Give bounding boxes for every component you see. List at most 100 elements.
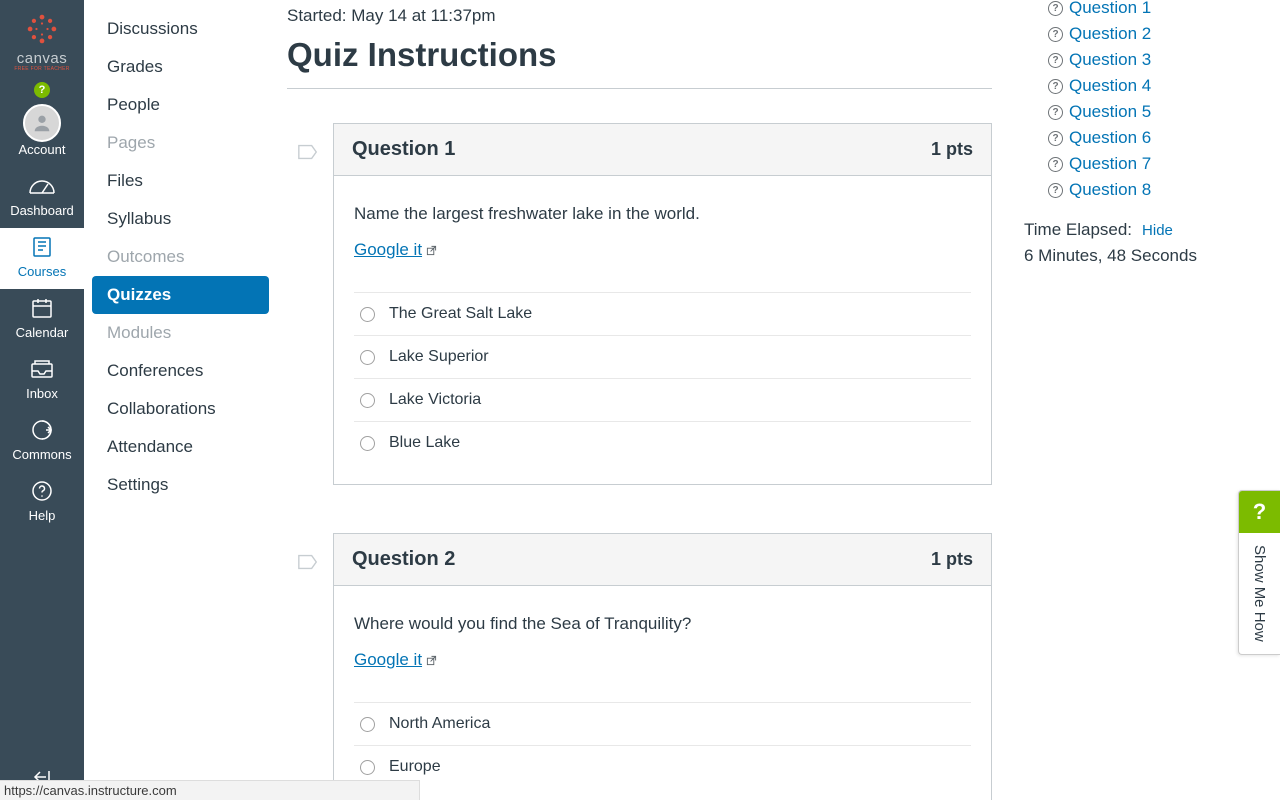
answer-option[interactable]: North America xyxy=(354,702,971,745)
main-content: Started: May 14 at 11:37pm Quiz Instruct… xyxy=(277,0,1016,800)
nav-calendar[interactable]: Calendar xyxy=(0,289,84,350)
course-nav-item-settings[interactable]: Settings xyxy=(92,466,269,504)
question-nav-link[interactable]: ? Question 5 xyxy=(1024,100,1264,126)
question-nav-label: Question 5 xyxy=(1069,102,1151,122)
flag-icon[interactable] xyxy=(297,143,319,161)
question-nav-panel: ?Question 1?Question 2?Question 3?Questi… xyxy=(1016,0,1280,800)
answer-label: The Great Salt Lake xyxy=(389,305,532,323)
status-bar-url: https://canvas.instructure.com xyxy=(0,780,420,800)
question-nav-link[interactable]: ?Question 1 xyxy=(1024,0,1264,22)
question-status-icon: ? xyxy=(1048,53,1063,68)
radio-icon[interactable] xyxy=(360,393,375,408)
nav-inbox-label: Inbox xyxy=(26,386,58,401)
external-link-icon xyxy=(426,244,437,256)
question-nav-link[interactable]: ? Question 4 xyxy=(1024,74,1264,100)
question-nav-label: Question 8 xyxy=(1069,180,1151,200)
show-me-how-tab[interactable]: ? Show Me How xyxy=(1238,490,1280,655)
google-it-link[interactable]: Google it xyxy=(354,240,437,260)
question-status-icon: ? xyxy=(1048,1,1063,16)
nav-calendar-label: Calendar xyxy=(16,325,69,340)
question-nav-label: Question 3 xyxy=(1069,50,1151,70)
radio-icon[interactable] xyxy=(360,436,375,451)
question-nav-link[interactable]: ? Question 7 xyxy=(1024,152,1264,178)
question-status-icon: ? xyxy=(1048,157,1063,172)
nav-help[interactable]: Help xyxy=(0,472,84,533)
nav-commons[interactable]: Commons xyxy=(0,411,84,472)
google-it-link[interactable]: Google it xyxy=(354,650,437,670)
question-status-icon: ? xyxy=(1048,105,1063,120)
inbox-icon xyxy=(29,356,55,382)
question-points: 1 pts xyxy=(931,139,973,160)
course-nav-item-discussions[interactable]: Discussions xyxy=(92,10,269,48)
app-root: canvas FREE FOR TEACHER ? Account Dashbo… xyxy=(0,0,1280,800)
question-nav-link[interactable]: ? Question 6 xyxy=(1024,126,1264,152)
nav-help-label: Help xyxy=(29,508,56,523)
global-nav: canvas FREE FOR TEACHER ? Account Dashbo… xyxy=(0,0,84,800)
question-number: Question 1 xyxy=(352,138,455,161)
question-nav-label: Question 2 xyxy=(1069,24,1151,44)
nav-courses[interactable]: Courses xyxy=(0,228,84,289)
question-status-icon: ? xyxy=(1048,27,1063,42)
question-points: 1 pts xyxy=(931,549,973,570)
calendar-icon xyxy=(30,295,54,321)
radio-icon[interactable] xyxy=(360,760,375,775)
hide-timer-link[interactable]: Hide xyxy=(1142,222,1173,239)
question-number: Question 2 xyxy=(352,548,455,571)
answer-option[interactable]: Lake Superior xyxy=(354,335,971,378)
answer-label: Lake Superior xyxy=(389,348,489,366)
question-nav-link[interactable]: ? Question 3 xyxy=(1024,48,1264,74)
radio-icon[interactable] xyxy=(360,350,375,365)
show-me-how-icon: ? xyxy=(1239,491,1280,533)
timer-value: 6 Minutes, 48 Seconds xyxy=(1024,246,1264,266)
course-nav-item-attendance[interactable]: Attendance xyxy=(92,428,269,466)
timer-label: Time Elapsed: xyxy=(1024,220,1132,240)
answer-option[interactable]: Europe xyxy=(354,745,971,788)
question-text: Where would you find the Sea of Tranquil… xyxy=(354,614,971,634)
nav-inbox[interactable]: Inbox xyxy=(0,350,84,411)
course-nav-item-outcomes[interactable]: Outcomes xyxy=(92,238,269,276)
question-nav-label: Question 7 xyxy=(1069,154,1151,174)
nav-commons-label: Commons xyxy=(12,447,71,462)
course-nav-item-people[interactable]: People xyxy=(92,86,269,124)
course-nav-item-grades[interactable]: Grades xyxy=(92,48,269,86)
question-text: Name the largest freshwater lake in the … xyxy=(354,204,971,224)
nav-dashboard[interactable]: Dashboard xyxy=(0,167,84,228)
question-2: Question 2 1 pts Where would you find the … xyxy=(333,533,992,800)
answer-label: North America xyxy=(389,715,490,733)
answer-label: Lake Victoria xyxy=(389,391,481,409)
course-nav-item-quizzes[interactable]: Quizzes xyxy=(92,276,269,314)
nav-account[interactable]: Account xyxy=(0,102,84,167)
question-1: Question 1 1 pts Name the largest freshwat… xyxy=(333,123,992,485)
answer-label: Europe xyxy=(389,758,441,776)
commons-icon xyxy=(30,417,54,443)
started-time: Started: May 14 at 11:37pm xyxy=(287,6,992,26)
canvas-logo-icon xyxy=(25,12,59,46)
answer-label: Blue Lake xyxy=(389,434,460,452)
nav-account-label: Account xyxy=(19,142,66,157)
brand-name: canvas xyxy=(17,50,68,67)
page-title: Quiz Instructions xyxy=(287,36,992,89)
notification-badge[interactable]: ? xyxy=(34,82,50,98)
answer-option[interactable]: The Great Salt Lake xyxy=(354,292,971,335)
help-icon xyxy=(30,478,54,504)
flag-icon[interactable] xyxy=(297,553,319,571)
question-nav-link[interactable]: ?Question 8 xyxy=(1024,178,1264,204)
radio-icon[interactable] xyxy=(360,307,375,322)
course-nav-item-syllabus[interactable]: Syllabus xyxy=(92,200,269,238)
course-nav-item-pages[interactable]: Pages xyxy=(92,124,269,162)
question-nav-label: Question 4 xyxy=(1069,76,1151,96)
answer-option[interactable]: Lake Victoria xyxy=(354,378,971,421)
course-nav-item-conferences[interactable]: Conferences xyxy=(92,352,269,390)
course-nav-item-collaborations[interactable]: Collaborations xyxy=(92,390,269,428)
course-nav-item-files[interactable]: Files xyxy=(92,162,269,200)
answer-option[interactable]: Blue Lake xyxy=(354,421,971,464)
brand-sub: FREE FOR TEACHER xyxy=(14,66,69,72)
external-link-icon xyxy=(426,654,437,666)
brand-logo: canvas FREE FOR TEACHER xyxy=(14,0,69,78)
question-nav-link[interactable]: ? Question 2 xyxy=(1024,22,1264,48)
radio-icon[interactable] xyxy=(360,717,375,732)
course-nav-item-modules[interactable]: Modules xyxy=(92,314,269,352)
question-status-icon: ? xyxy=(1048,79,1063,94)
question-nav-label: Question 6 xyxy=(1069,128,1151,148)
question-status-icon: ? xyxy=(1048,131,1063,146)
